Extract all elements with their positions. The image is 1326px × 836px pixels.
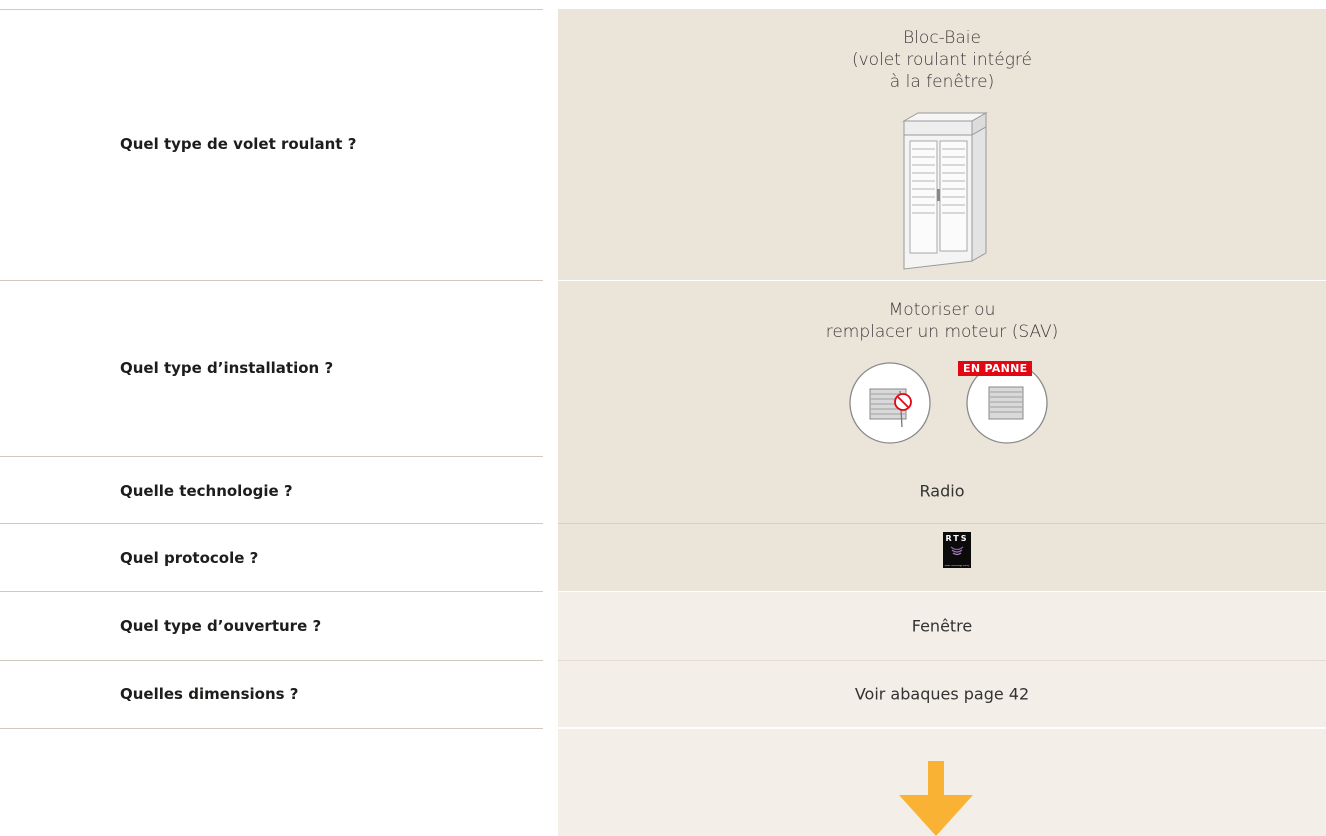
bloc-baie-window-icon	[902, 112, 988, 270]
answer-cell-technologie: Radio	[558, 457, 1326, 524]
answer-cell-volet: Bloc-Baie (volet roulant intégré à la fe…	[558, 9, 1326, 280]
answer-installation-text: Motoriser ou remplacer un moteur (SAV)	[558, 299, 1326, 343]
rts-logo-caption: Radio Technology Somfy	[944, 565, 970, 567]
answer-volet-line3: à la fenêtre)	[889, 72, 995, 92]
rts-logo-text: RTS	[945, 534, 969, 543]
answer-cell-dimensions: Voir abaques page 42	[558, 661, 1326, 727]
en-panne-badge: EN PANNE	[958, 361, 1033, 376]
question-installation: Quel type d’installation ?	[120, 359, 334, 377]
answer-cell-ouverture: Fenêtre	[558, 592, 1326, 660]
question-volet: Quel type de volet roulant ?	[120, 135, 357, 153]
question-dimensions: Quelles dimensions ?	[120, 685, 299, 703]
answer-ouverture: Fenêtre	[911, 616, 973, 636]
rts-logo: RTS Radio Technology Somfy	[943, 532, 971, 568]
separator-left-2	[0, 456, 543, 457]
question-protocole: Quel protocole ?	[120, 549, 259, 567]
question-ouverture: Quel type d’ouverture ?	[120, 617, 322, 635]
separator-left-3	[0, 523, 543, 524]
answer-dimensions: Voir abaques page 42	[854, 684, 1030, 704]
separator-left-1	[0, 280, 543, 281]
answer-installation-line1: Motoriser ou	[888, 300, 996, 320]
answer-volet-text: Bloc-Baie (volet roulant intégré à la fe…	[558, 27, 1326, 93]
radio-waves-icon	[950, 546, 964, 556]
answer-cell-installation: Motoriser ou remplacer un moteur (SAV) E…	[558, 281, 1326, 457]
separator-left-4	[0, 591, 543, 592]
answer-volet-line2: (volet roulant intégré	[851, 50, 1033, 70]
down-arrow-icon	[899, 761, 973, 836]
answer-cell-protocole	[558, 524, 1326, 591]
result-cell	[558, 729, 1326, 836]
separator-left-5	[0, 660, 543, 661]
answer-installation-line2: remplacer un moteur (SAV)	[825, 322, 1059, 342]
answer-technologie: Radio	[919, 481, 965, 501]
question-technologie: Quelle technologie ?	[120, 482, 293, 500]
motorize-icon	[849, 362, 931, 444]
separator-left-6	[0, 728, 543, 729]
top-separator-left	[0, 9, 543, 10]
answer-volet-line1: Bloc-Baie	[903, 28, 981, 48]
